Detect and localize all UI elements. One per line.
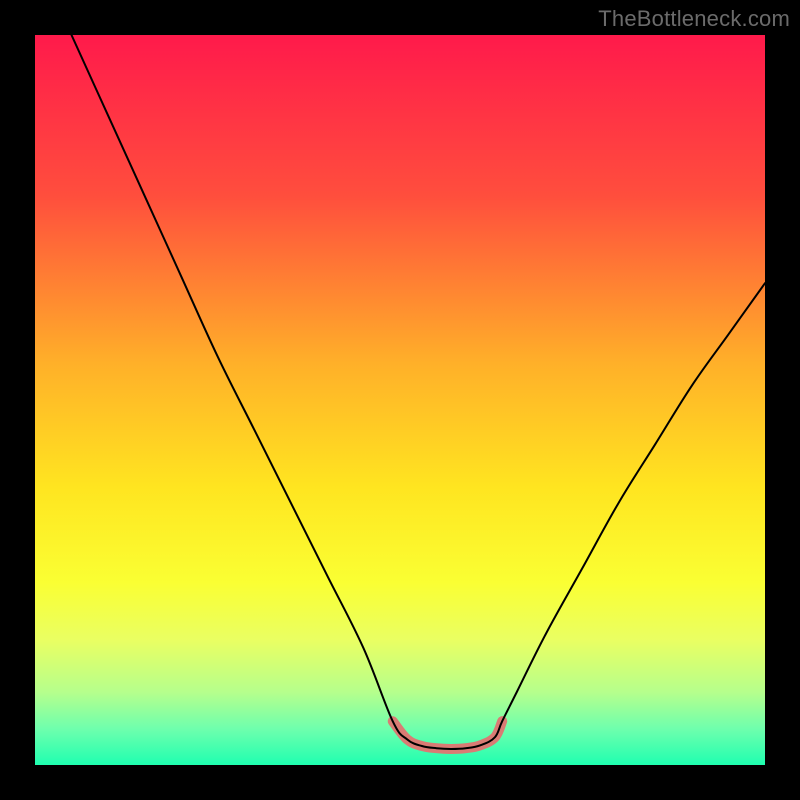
chart-frame: TheBottleneck.com — [0, 0, 800, 800]
gradient-background — [35, 35, 765, 765]
plot-area — [35, 35, 765, 765]
watermark-text: TheBottleneck.com — [598, 6, 790, 32]
chart-svg — [35, 35, 765, 765]
